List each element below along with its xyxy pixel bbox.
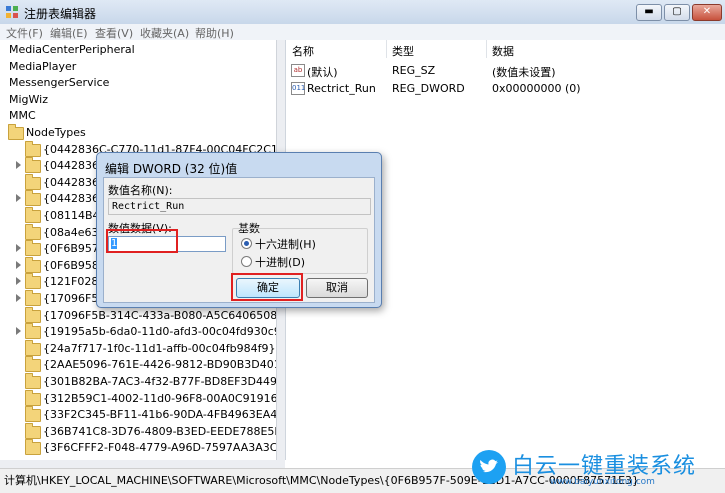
value-name-field: Rectrict_Run — [108, 198, 371, 215]
expand-arrow-icon[interactable] — [16, 194, 21, 203]
tree-item-label: MigWiz — [9, 92, 48, 106]
expand-arrow-icon[interactable] — [16, 294, 21, 302]
tree-item-label: MediaPlayer — [9, 59, 77, 73]
folder-icon — [8, 124, 24, 140]
tree-item-label: {08a4e63f — [43, 225, 103, 239]
folder-icon — [25, 140, 41, 157]
maximize-button[interactable]: ▢ — [664, 4, 690, 21]
expand-arrow-icon[interactable] — [16, 327, 21, 336]
tree-item-label: {17096F5B-314C-433a-B080-A5C6406508F4} — [43, 308, 276, 322]
value-data: (数值未设置) — [492, 66, 556, 79]
value-row-rectrict-run[interactable]: 011 Rectrict_Run REG_DWORD 0x00000000 (0… — [286, 80, 725, 98]
value-type: REG_DWORD — [392, 82, 465, 95]
tree-horizontal-scrollbar[interactable] — [0, 460, 285, 468]
column-header-name[interactable]: 名称 — [292, 43, 314, 59]
folder-icon — [25, 157, 41, 174]
folder-icon — [25, 273, 41, 290]
tree-item-label: MMC — [9, 109, 36, 123]
close-button[interactable]: ✕ — [692, 4, 722, 21]
menu-favorites[interactable]: 收藏夹(A) — [140, 25, 189, 41]
folder-icon — [25, 389, 41, 406]
tree-item-label: MessengerService — [9, 76, 110, 90]
decimal-radio[interactable] — [241, 256, 252, 267]
value-data: 0x00000000 (0) — [492, 82, 581, 95]
column-separator[interactable] — [386, 40, 387, 58]
hex-radio[interactable] — [241, 238, 252, 249]
folder-icon — [25, 290, 41, 306]
menu-bar: 文件(F) 编辑(E) 查看(V) 收藏夹(A) 帮助(H) — [0, 24, 725, 41]
expand-arrow-icon[interactable] — [16, 260, 21, 269]
value-row-default[interactable]: ab (默认) REG_SZ (数值未设置) — [286, 62, 725, 80]
value-name-label: 数值名称(N): — [108, 184, 173, 197]
expand-arrow-icon[interactable] — [16, 244, 21, 253]
value-name: Rectrict_Run — [307, 82, 376, 95]
folder-icon — [25, 306, 41, 323]
tree-item-label: {2AAE5096-761E-4426-9812-BD90B3D401D3} — [43, 358, 276, 372]
binary-value-icon: 011 — [291, 82, 305, 95]
window-title: 注册表编辑器 — [24, 7, 97, 21]
tree-item-label: {33F2C345-BF11-41b6-90DA-4FB4963EA4E2} — [43, 408, 276, 422]
watermark-title: 白云一键重装系统 — [512, 454, 697, 479]
dialog-title: 编辑 DWORD (32 位)值 — [105, 162, 238, 176]
folder-icon — [25, 373, 41, 389]
menu-edit[interactable]: 编辑(E) — [50, 25, 88, 41]
tree-item-label: {36B741C8-3D76-4809-B3ED-EEDE788E5DF2} — [43, 424, 276, 438]
menu-view[interactable]: 查看(V) — [95, 25, 133, 41]
column-header-type[interactable]: 类型 — [392, 43, 414, 59]
folder-icon — [25, 256, 41, 273]
folder-icon — [25, 240, 41, 257]
string-value-icon: ab — [291, 64, 305, 77]
folder-icon — [25, 439, 41, 456]
folder-icon — [25, 223, 41, 240]
title-bar: 注册表编辑器 ▬ ▢ ✕ — [0, 0, 725, 25]
tree-item-label: MediaCenterPeripheral — [9, 43, 135, 56]
value-name: (默认) — [307, 66, 338, 79]
twitter-bird-logo-icon — [472, 450, 506, 484]
tree-item-label: {24a7f717-1f0c-11d1-affb-00c04fb984f9} — [43, 341, 276, 355]
column-separator[interactable] — [486, 40, 487, 58]
tree-item-label: {3F6CFFF2-F048-4779-A96D-7597AA3A3CB0} — [43, 441, 276, 455]
folder-icon — [25, 406, 41, 423]
folder-icon — [25, 356, 41, 373]
folder-icon — [25, 422, 41, 439]
folder-icon — [25, 207, 41, 223]
tree-item-label: {19195a5b-6da0-11d0-afd3-00c04fd930c9} — [43, 325, 276, 339]
tree-item-label: NodeTypes — [26, 126, 86, 139]
base-groupbox: 十六进制(H) 十进制(D) — [232, 228, 368, 274]
menu-file[interactable]: 文件(F) — [6, 25, 43, 41]
expand-arrow-icon[interactable] — [16, 161, 21, 170]
menu-help[interactable]: 帮助(H) — [195, 25, 234, 41]
watermark-url: www.baiyunxitong.com — [550, 477, 655, 487]
column-header-data[interactable]: 数据 — [492, 43, 514, 59]
ok-button-highlight — [231, 273, 303, 301]
data-input-highlight — [106, 229, 178, 253]
decimal-radio-label[interactable]: 十进制(D) — [255, 254, 305, 270]
tree-item-label: {301B82BA-7AC3-4f32-B77F-BD8EF3D44934} — [43, 375, 276, 388]
folder-icon — [25, 190, 41, 207]
value-type: REG_SZ — [392, 64, 436, 77]
folder-icon — [25, 323, 41, 340]
tree-item-label: {312B59C1-4002-11d0-96F8-00A0C9191601} — [43, 391, 276, 405]
expand-arrow-icon[interactable] — [16, 277, 21, 286]
folder-icon — [25, 173, 41, 190]
registry-editor-icon — [6, 6, 18, 18]
cancel-button[interactable]: 取消 — [306, 278, 368, 298]
folder-icon — [25, 339, 41, 356]
watermark: 白云一键重装系统 www.baiyunxitong.com — [472, 446, 725, 492]
minimize-button[interactable]: ▬ — [636, 4, 662, 21]
hex-radio-label[interactable]: 十六进制(H) — [255, 236, 316, 252]
